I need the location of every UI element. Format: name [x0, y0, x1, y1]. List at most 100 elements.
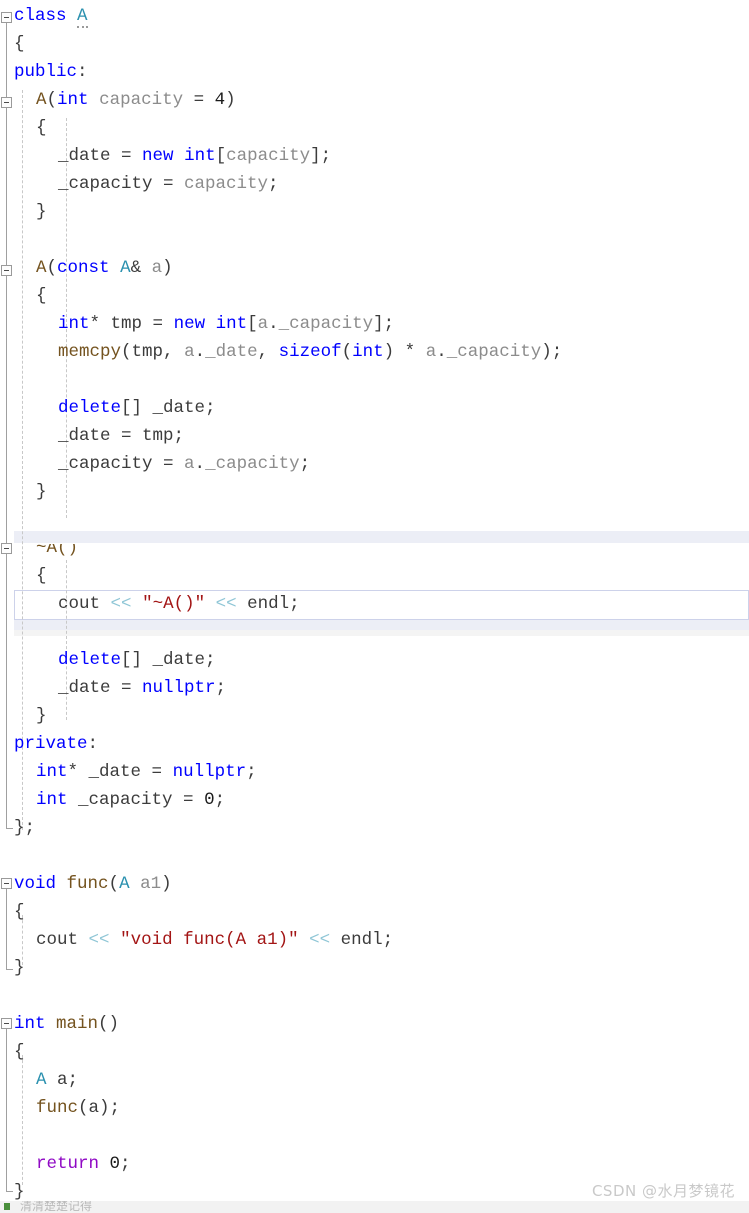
code-token: : [87, 734, 99, 754]
code-line[interactable]: A(const A& a) [0, 254, 749, 282]
code-token: _date [58, 146, 111, 166]
code-line[interactable]: { [0, 282, 749, 310]
code-line-indent [0, 1042, 14, 1062]
code-line[interactable]: _date = nullptr; [0, 674, 749, 702]
code-line[interactable]: _date = tmp; [0, 422, 749, 450]
code-token: << [88, 930, 110, 950]
code-editor[interactable]: class A{public: A(int capacity = 4){_date… [0, 0, 749, 1213]
code-token: _capacity [446, 342, 542, 362]
code-token: endl [247, 594, 290, 614]
code-token: 0 [109, 1154, 121, 1174]
code-token: = [172, 790, 205, 810]
code-line-indent [0, 902, 14, 922]
code-token: nullptr [142, 678, 216, 698]
code-token: capacity [184, 174, 269, 194]
code-token: . [194, 342, 206, 362]
code-line[interactable]: class A [0, 2, 749, 30]
code-line[interactable]: delete[] _date; [0, 394, 749, 422]
code-line[interactable]: func(a); [0, 1094, 749, 1122]
code-line-indent [0, 930, 36, 950]
code-token: A [36, 90, 47, 110]
code-token: new [173, 314, 206, 334]
code-line[interactable] [0, 982, 749, 1010]
code-line[interactable]: return 0; [0, 1150, 749, 1178]
code-line[interactable]: { [0, 114, 749, 142]
code-line[interactable]: int main() [0, 1010, 749, 1038]
code-line[interactable]: memcpy(tmp, a._date, sizeof(int) * a._ca… [0, 338, 749, 366]
code-line[interactable]: { [0, 1038, 749, 1066]
code-line[interactable]: } [0, 198, 749, 226]
code-token: () [98, 1014, 120, 1034]
code-line[interactable]: { [0, 30, 749, 58]
code-token: ) [161, 874, 172, 894]
code-token: "void func(A a1)" [120, 930, 299, 950]
code-line[interactable]: A(int capacity = 4) [0, 86, 749, 114]
code-token: endl [340, 930, 383, 950]
code-line[interactable]: A a; [0, 1066, 749, 1094]
code-line[interactable]: int* _date = nullptr; [0, 758, 749, 786]
code-line-indent [0, 398, 58, 418]
code-line[interactable]: delete[] _date; [0, 646, 749, 674]
code-line[interactable]: _capacity = capacity; [0, 170, 749, 198]
code-line[interactable] [0, 226, 749, 254]
code-line[interactable] [0, 1122, 749, 1150]
code-token: _date [58, 678, 111, 698]
code-line[interactable]: cout << "void func(A a1)" << endl; [0, 926, 749, 954]
code-token: ]; [310, 146, 332, 166]
code-line[interactable]: } [0, 478, 749, 506]
code-line[interactable]: { [0, 898, 749, 926]
code-line-indent [0, 1182, 14, 1202]
code-line-indent [0, 734, 14, 754]
code-line[interactable]: int _capacity = 0; [0, 786, 749, 814]
code-line[interactable]: } [0, 702, 749, 730]
code-line[interactable]: void func(A a1) [0, 870, 749, 898]
code-token: } [36, 202, 47, 222]
code-line[interactable]: }; [0, 814, 749, 842]
code-token: [ [215, 146, 227, 166]
code-line-indent [0, 454, 58, 474]
code-token: a [425, 342, 437, 362]
code-token: main [56, 1014, 99, 1034]
code-token: ; [173, 426, 185, 446]
code-line-indent [0, 34, 14, 54]
code-line[interactable] [0, 506, 749, 534]
code-line[interactable]: private: [0, 730, 749, 758]
code-line[interactable]: { [0, 562, 749, 590]
code-line-indent [0, 594, 58, 614]
code-line[interactable]: _capacity = a._capacity; [0, 450, 749, 478]
code-line-indent [0, 790, 36, 810]
code-token: return [36, 1154, 100, 1174]
code-line-indent [0, 1154, 36, 1174]
code-line-indent [0, 118, 36, 138]
code-token: << [309, 930, 331, 950]
code-line-indent [0, 146, 58, 166]
code-token: << [110, 594, 132, 614]
code-token: const [57, 258, 110, 278]
code-token: sizeof [278, 342, 342, 362]
code-line[interactable]: public: [0, 58, 749, 86]
code-token: * [67, 762, 89, 782]
code-line[interactable]: int* tmp = new int[a._capacity]; [0, 310, 749, 338]
status-indicator-icon [4, 1203, 10, 1210]
code-token: a [151, 258, 163, 278]
code-line[interactable] [0, 366, 749, 394]
code-token: A [36, 258, 47, 278]
code-line[interactable]: cout << "~A()" << endl; [0, 590, 749, 618]
code-token: . [436, 342, 447, 362]
code-line[interactable] [0, 842, 749, 870]
code-token: a1 [140, 874, 162, 894]
code-token: int [215, 314, 248, 334]
code-line[interactable]: _date = new int[capacity]; [0, 142, 749, 170]
code-line[interactable] [0, 618, 749, 646]
code-token: _capacity [58, 174, 153, 194]
code-line[interactable]: } [0, 954, 749, 982]
code-token: } [36, 482, 47, 502]
